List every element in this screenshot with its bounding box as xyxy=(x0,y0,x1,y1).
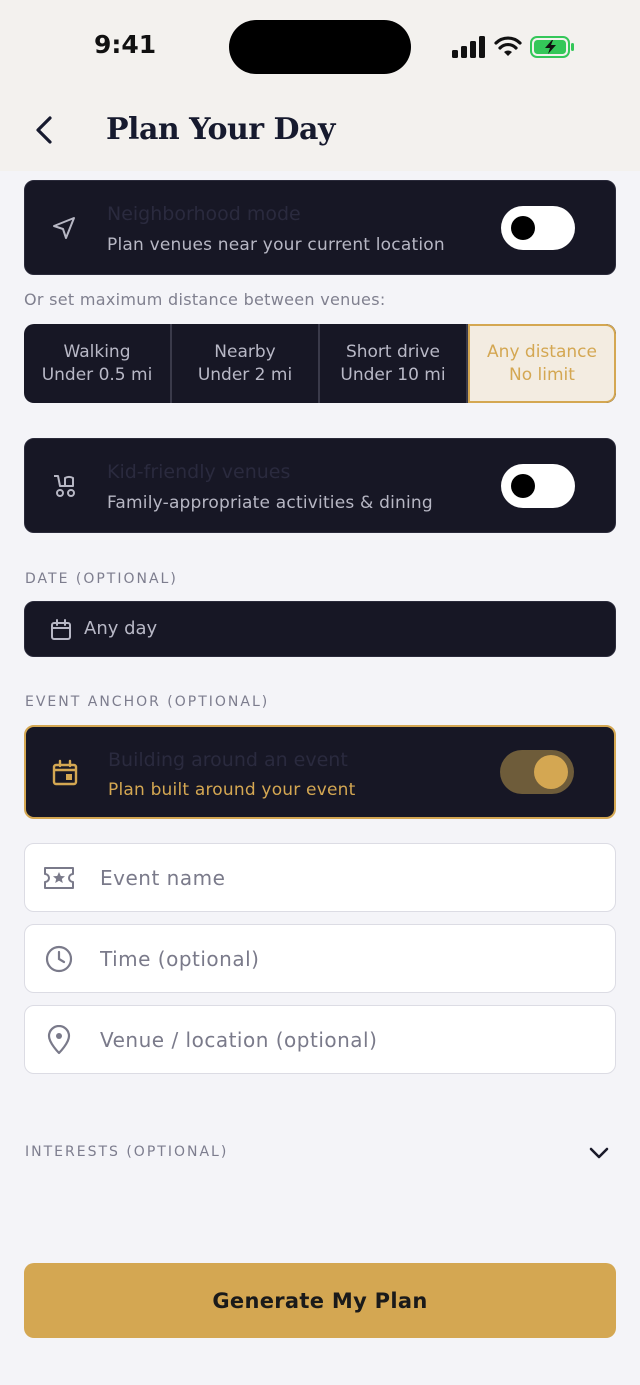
event-anchor-title: Building around an event xyxy=(108,749,348,771)
event-time-field xyxy=(24,924,616,993)
event-venue-input[interactable] xyxy=(100,1020,600,1060)
distance-option-short-drive[interactable]: Short drive Under 10 mi xyxy=(320,324,468,403)
chevron-left-icon xyxy=(36,116,52,144)
kid-friendly-card[interactable]: Kid-friendly venues Family-appropriate a… xyxy=(24,438,616,533)
distance-option-walking[interactable]: Walking Under 0.5 mi xyxy=(24,324,172,403)
ticket-icon xyxy=(43,862,75,894)
chevron-down-icon[interactable] xyxy=(586,1140,612,1166)
date-label: DATE (OPTIONAL) xyxy=(25,571,178,587)
distance-option-label: Nearby xyxy=(214,341,276,362)
date-picker[interactable]: Any day xyxy=(24,601,616,657)
kid-friendly-title: Kid-friendly venues xyxy=(107,461,291,483)
distance-option-any-distance[interactable]: Any distance No limit xyxy=(468,324,616,403)
status-bar: 9:41 xyxy=(0,0,640,96)
neighborhood-mode-card[interactable]: Neighborhood mode Plan venues near your … xyxy=(24,180,616,275)
event-name-field xyxy=(24,843,616,912)
distance-segmented-control: Walking Under 0.5 mi Nearby Under 2 mi S… xyxy=(24,324,616,403)
stroller-icon xyxy=(49,471,79,501)
event-venue-field xyxy=(24,1005,616,1074)
kid-friendly-toggle[interactable] xyxy=(501,464,575,508)
neighborhood-mode-subtitle: Plan venues near your current location xyxy=(107,235,445,255)
app-header: Plan Your Day xyxy=(0,96,640,171)
distance-option-sub: No limit xyxy=(509,364,575,385)
toggle-knob xyxy=(511,474,535,498)
event-time-input[interactable] xyxy=(100,939,600,979)
distance-option-nearby[interactable]: Nearby Under 2 mi xyxy=(172,324,320,403)
distance-option-label: Any distance xyxy=(487,341,597,362)
back-button[interactable] xyxy=(26,112,62,148)
kid-friendly-subtitle: Family-appropriate activities & dining xyxy=(107,493,433,513)
distance-option-sub: Under 0.5 mi xyxy=(41,364,153,385)
location-pin-icon xyxy=(43,1024,75,1056)
neighborhood-mode-toggle[interactable] xyxy=(501,206,575,250)
toggle-knob xyxy=(534,755,568,789)
event-anchor-label: EVENT ANCHOR (OPTIONAL) xyxy=(25,694,270,710)
distance-hint: Or set maximum distance between venues: xyxy=(24,290,386,309)
status-icons xyxy=(452,32,576,62)
calendar-icon xyxy=(49,618,73,642)
signal-icon xyxy=(452,36,485,58)
event-anchor-subtitle: Plan built around your event xyxy=(108,780,356,800)
calendar-event-icon xyxy=(50,758,80,788)
distance-option-sub: Under 10 mi xyxy=(340,364,446,385)
interests-label[interactable]: INTERESTS (OPTIONAL) xyxy=(25,1144,228,1160)
distance-option-sub: Under 2 mi xyxy=(197,364,293,385)
wifi-icon xyxy=(494,36,522,56)
distance-option-label: Walking xyxy=(63,341,131,362)
dynamic-island xyxy=(229,20,411,74)
navigation-arrow-icon xyxy=(49,213,79,243)
battery-charging-icon xyxy=(530,36,574,58)
toggle-knob xyxy=(511,216,535,240)
page-title: Plan Your Day xyxy=(106,112,335,147)
clock-icon xyxy=(43,943,75,975)
neighborhood-mode-title: Neighborhood mode xyxy=(107,203,301,225)
event-name-input[interactable] xyxy=(100,858,600,898)
status-time: 9:41 xyxy=(94,30,157,59)
distance-option-label: Short drive xyxy=(345,341,441,362)
event-anchor-card[interactable]: Building around an event Plan built arou… xyxy=(24,725,616,819)
generate-plan-button[interactable]: Generate My Plan xyxy=(24,1263,616,1338)
event-anchor-toggle[interactable] xyxy=(500,750,574,794)
date-value: Any day xyxy=(84,618,158,639)
